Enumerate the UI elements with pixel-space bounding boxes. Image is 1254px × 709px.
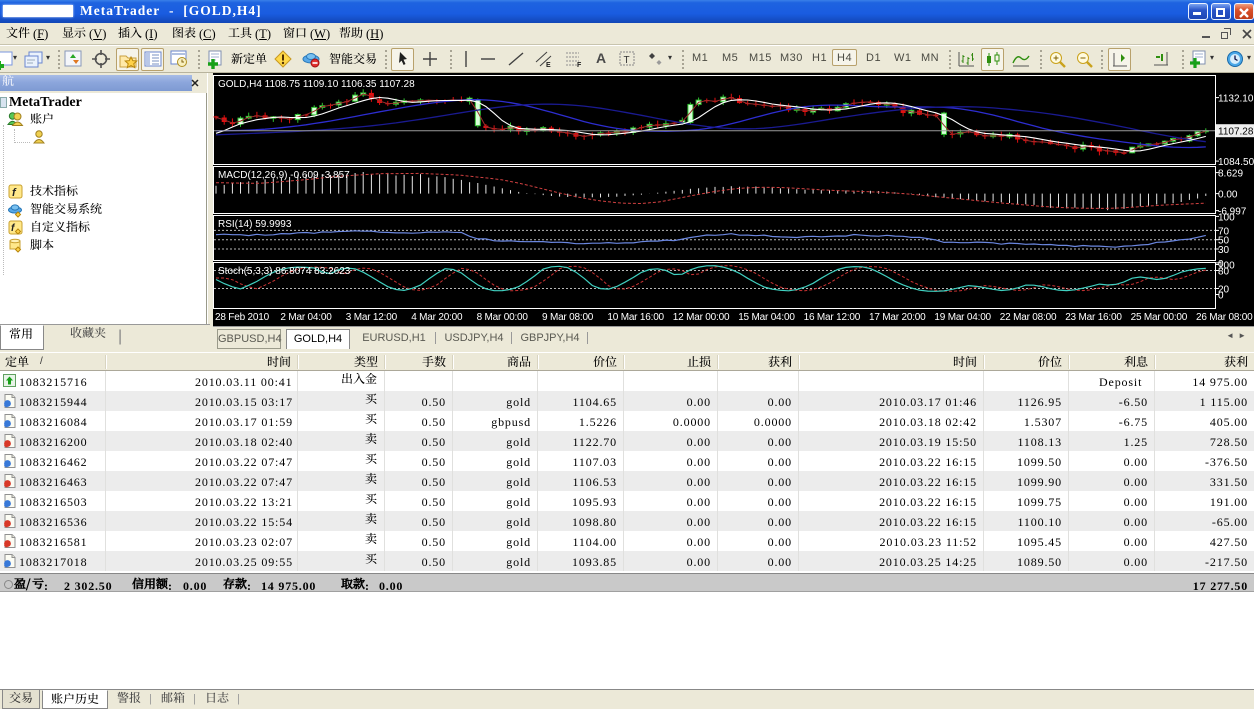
svg-text:12 Mar 00:00: 12 Mar 00:00 [673,312,730,323]
svg-text:GOLD,H4 1108.75 1109.10 1106.: GOLD,H4 1108.75 1109.10 1106.35 1107.28 [218,79,415,90]
svg-text:80: 80 [1218,267,1230,278]
svg-text:1132.10: 1132.10 [1218,94,1254,105]
svg-text:15 Mar 04:00: 15 Mar 04:00 [738,312,795,323]
svg-text:MACD(12,26,9) -0.609 -3.857: MACD(12,26,9) -0.609 -3.857 [218,170,350,181]
svg-text:8 Mar 00:00: 8 Mar 00:00 [477,312,529,323]
svg-text:19 Mar 04:00: 19 Mar 04:00 [934,312,991,323]
svg-text:E: E [546,62,551,69]
svg-text:16 Mar 12:00: 16 Mar 12:00 [804,312,861,323]
svg-text:F: F [577,62,582,69]
svg-text:10 Mar 16:00: 10 Mar 16:00 [607,312,664,323]
svg-text:23 Mar 16:00: 23 Mar 16:00 [1065,312,1122,323]
svg-text:9 Mar 08:00: 9 Mar 08:00 [542,312,594,323]
svg-text:26 Mar 08:00: 26 Mar 08:00 [1196,312,1253,323]
svg-text:2 Mar 04:00: 2 Mar 04:00 [280,312,332,323]
svg-text:0: 0 [1218,291,1224,302]
svg-text:17 Mar 20:00: 17 Mar 20:00 [869,312,926,323]
svg-text:0.00: 0.00 [1218,190,1238,201]
svg-text:22 Mar 08:00: 22 Mar 08:00 [1000,312,1057,323]
svg-text:RSI(14) 59.9993: RSI(14) 59.9993 [218,219,292,230]
svg-text:25 Mar 00:00: 25 Mar 00:00 [1131,312,1188,323]
svg-text:8.629: 8.629 [1218,169,1243,180]
svg-text:4 Mar 20:00: 4 Mar 20:00 [411,312,463,323]
svg-text:30: 30 [1218,245,1230,256]
svg-text:28 Feb 2010: 28 Feb 2010 [215,312,270,323]
svg-text:T: T [624,55,630,66]
svg-text:1107.28: 1107.28 [1218,127,1254,138]
svg-text:Stoch(5,3,3) 86.8074 83.2623: Stoch(5,3,3) 86.8074 83.2623 [218,266,351,277]
svg-text:100: 100 [1218,212,1235,223]
svg-text:1084.50: 1084.50 [1218,157,1254,168]
svg-text:3 Mar 12:00: 3 Mar 12:00 [346,312,398,323]
